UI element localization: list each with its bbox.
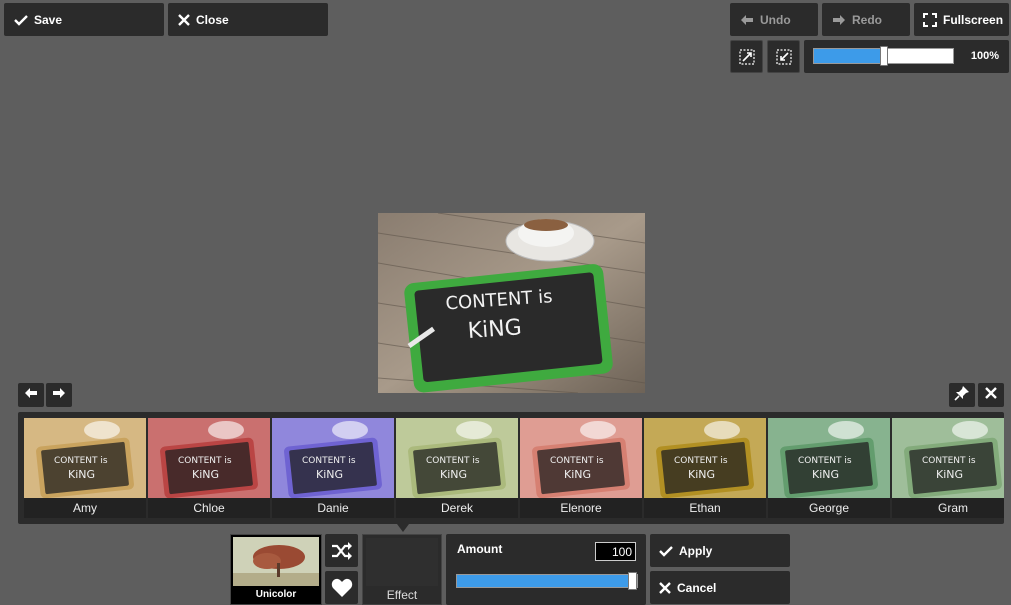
- filter-item-derek[interactable]: CONTENT is KiNG Derek: [396, 418, 518, 518]
- filter-thumbnail: CONTENT is KiNG: [768, 418, 890, 498]
- filter-label: Elenore: [560, 501, 602, 515]
- redo-button-label: Redo: [852, 12, 882, 27]
- pin-button[interactable]: [949, 383, 975, 407]
- filter-label: Ethan: [689, 501, 721, 515]
- save-button[interactable]: Save: [4, 3, 164, 36]
- close-button[interactable]: Close: [168, 3, 328, 36]
- zoom-value: 100%: [970, 50, 999, 62]
- svg-text:KiNG: KiNG: [316, 468, 343, 481]
- svg-text:CONTENT is: CONTENT is: [674, 456, 728, 466]
- arrow-right-icon: [52, 386, 66, 404]
- filter-thumbnail: CONTENT is KiNG: [396, 418, 518, 498]
- next-filters-button[interactable]: [46, 383, 72, 407]
- amount-label: Amount: [457, 542, 503, 556]
- canvas-image: CONTENT is KiNG: [378, 213, 645, 393]
- close-filters-button[interactable]: [978, 383, 1004, 407]
- effect-preview: [366, 538, 438, 586]
- amount-slider-handle[interactable]: [628, 572, 637, 590]
- previous-filters-button[interactable]: [18, 383, 44, 407]
- arrow-left-icon: [24, 386, 38, 404]
- check-icon: [659, 545, 673, 557]
- filter-item-george[interactable]: CONTENT is KiNG George: [768, 418, 890, 518]
- shrink-icon: [775, 48, 792, 65]
- svg-text:CONTENT is: CONTENT is: [922, 456, 976, 466]
- svg-text:CONTENT is: CONTENT is: [178, 456, 232, 466]
- fullscreen-icon: [923, 12, 937, 27]
- undo-button-label: Undo: [760, 12, 791, 27]
- filter-item-ethan[interactable]: CONTENT is KiNG Ethan: [644, 418, 766, 518]
- effect-label: Effect: [386, 588, 418, 602]
- close-icon: [985, 386, 997, 404]
- amount-slider[interactable]: [456, 572, 638, 590]
- fullscreen-button-label: Fullscreen: [943, 12, 1004, 27]
- svg-text:KiNG: KiNG: [192, 468, 219, 481]
- svg-text:CONTENT is: CONTENT is: [550, 456, 604, 466]
- cancel-button-label: Cancel: [677, 580, 717, 595]
- filter-label: George: [808, 501, 850, 515]
- cancel-button[interactable]: Cancel: [650, 571, 790, 604]
- shuffle-button[interactable]: [325, 534, 358, 567]
- svg-text:CONTENT is: CONTENT is: [302, 456, 356, 466]
- zoom-slider-fill: [814, 49, 885, 63]
- svg-text:KiNG: KiNG: [440, 468, 467, 481]
- close-icon: [178, 13, 190, 26]
- filter-item-amy[interactable]: CONTENT is KiNG Amy: [24, 418, 146, 518]
- heart-icon: [331, 578, 353, 598]
- filter-thumbnail: CONTENT is KiNG: [272, 418, 394, 498]
- svg-text:KiNG: KiNG: [812, 468, 839, 481]
- actual-size-button[interactable]: [767, 40, 800, 73]
- image-text-line2: KiNG: [467, 315, 523, 344]
- svg-text:CONTENT is: CONTENT is: [798, 456, 852, 466]
- favorite-button[interactable]: [325, 571, 358, 604]
- amount-panel: Amount: [446, 534, 646, 605]
- amount-slider-fill: [457, 575, 637, 587]
- undo-button[interactable]: Undo: [730, 3, 818, 36]
- effect-tile[interactable]: Effect: [362, 534, 442, 605]
- svg-text:KiNG: KiNG: [936, 468, 963, 481]
- arrow-right-icon: [832, 14, 846, 26]
- strip-pointer: [397, 524, 409, 532]
- svg-text:CONTENT is: CONTENT is: [54, 456, 108, 466]
- filter-thumbnail: CONTENT is KiNG: [892, 418, 1004, 498]
- zoom-slider[interactable]: [813, 46, 954, 66]
- expand-icon: [738, 48, 755, 65]
- filter-strip: CONTENT is KiNG Amy CONTENT is KiNG Chloe CONT…: [18, 412, 1004, 524]
- close-button-label: Close: [196, 12, 229, 27]
- svg-text:KiNG: KiNG: [688, 468, 715, 481]
- fullscreen-button[interactable]: Fullscreen: [914, 3, 1009, 36]
- zoom-slider-handle[interactable]: [879, 46, 888, 66]
- save-button-label: Save: [34, 12, 63, 27]
- preset-thumbnail: [233, 537, 319, 586]
- filter-thumbnail: CONTENT is KiNG: [644, 418, 766, 498]
- filter-item-chloe[interactable]: CONTENT is KiNG Chloe: [148, 418, 270, 518]
- svg-text:CONTENT is: CONTENT is: [426, 456, 480, 466]
- filter-label: Gram: [938, 501, 968, 515]
- filter-item-elenore[interactable]: CONTENT is KiNG Elenore: [520, 418, 642, 518]
- zoom-panel: 100%: [804, 40, 1009, 73]
- filter-label: Chloe: [193, 501, 225, 515]
- svg-text:KiNG: KiNG: [564, 468, 591, 481]
- filter-item-danie[interactable]: CONTENT is KiNG Danie: [272, 418, 394, 518]
- svg-text:KiNG: KiNG: [68, 468, 95, 481]
- close-icon: [659, 581, 671, 594]
- shuffle-icon: [331, 541, 353, 560]
- amount-input[interactable]: [595, 542, 636, 561]
- filter-item-gram[interactable]: CONTENT is KiNG Gram: [892, 418, 1004, 518]
- filter-thumbnail: CONTENT is KiNG: [24, 418, 146, 498]
- apply-button[interactable]: Apply: [650, 534, 790, 567]
- filter-thumbnail: CONTENT is KiNG: [520, 418, 642, 498]
- preset-label: Unicolor: [255, 589, 297, 600]
- check-icon: [14, 14, 28, 26]
- pin-icon: [954, 385, 970, 406]
- filter-label: Derek: [440, 501, 473, 515]
- preset-tile[interactable]: Unicolor: [230, 534, 322, 605]
- filter-label: Amy: [73, 501, 97, 515]
- filter-label: Danie: [317, 501, 349, 515]
- fit-to-screen-button[interactable]: [730, 40, 763, 73]
- redo-button[interactable]: Redo: [822, 3, 910, 36]
- arrow-left-icon: [740, 14, 754, 26]
- filter-thumbnail: CONTENT is KiNG: [148, 418, 270, 498]
- apply-button-label: Apply: [679, 543, 713, 558]
